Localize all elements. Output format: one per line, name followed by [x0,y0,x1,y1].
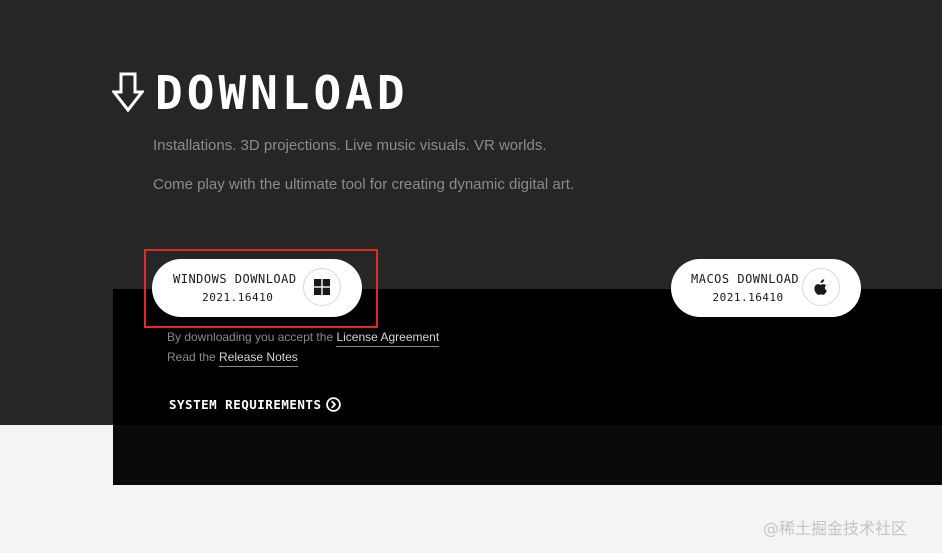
system-requirements-label: SYSTEM REQUIREMENTS [169,397,322,412]
release-notes-link[interactable]: Release Notes [219,350,298,367]
tagline-secondary: Come play with the ultimate tool for cre… [153,176,575,193]
page-title: DOWNLOAD [155,66,409,120]
watermark: @稀土掘金技术社区 [763,519,908,538]
chevron-right-circle-icon [325,397,341,412]
windows-version: 2021.16410 [202,290,274,304]
windows-logo-icon [303,268,341,306]
release-notes-notice: Read the Release Notes [167,350,298,367]
windows-download-label: WINDOWS DOWNLOAD [173,271,297,286]
release-notes-prefix: Read the [167,350,220,364]
system-requirements-link[interactable]: SYSTEM REQUIREMENTS [169,397,341,412]
license-notice: By downloading you accept the License Ag… [167,330,440,347]
apple-logo-icon [802,268,840,306]
windows-download-text: WINDOWS DOWNLOAD 2021.16410 [173,272,297,305]
macos-download-button[interactable]: MACOS DOWNLOAD 2021.16410 [671,259,861,317]
windows-download-button[interactable]: WINDOWS DOWNLOAD 2021.16410 [152,259,362,317]
license-prefix: By downloading you accept the [167,330,337,344]
license-agreement-link[interactable]: License Agreement [336,330,440,347]
tagline-primary: Installations. 3D projections. Live musi… [153,137,547,154]
macos-download-text: MACOS DOWNLOAD 2021.16410 [691,272,799,305]
macos-download-label: MACOS DOWNLOAD [691,271,800,286]
macos-version: 2021.16410 [712,290,784,304]
download-arrow-icon [112,72,144,113]
